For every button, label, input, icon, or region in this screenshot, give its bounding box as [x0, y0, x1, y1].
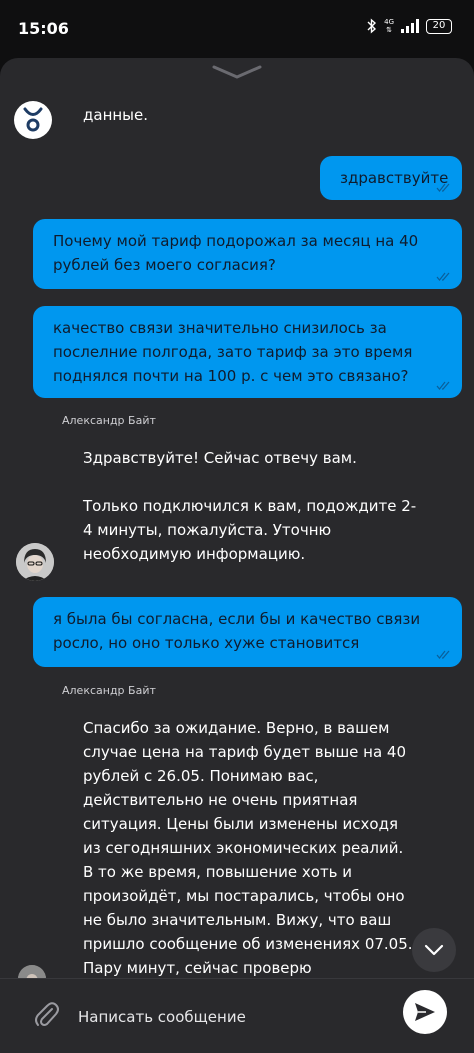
status-time: 15:06 [18, 19, 69, 38]
message-input[interactable] [78, 1005, 378, 1029]
status-bar: 15:06 4G ⇅ 20 [0, 0, 474, 58]
collapse-handle-icon[interactable] [212, 65, 262, 79]
agent-name-label: Александр Байт [62, 414, 156, 427]
agent-message: Спасибо за ожидание. Верно, в вашем случ… [83, 719, 413, 1001]
read-check-icon [436, 272, 450, 281]
user-message: здравствуйте [320, 156, 462, 200]
send-icon [415, 1003, 435, 1021]
message-composer [0, 978, 474, 1053]
network-arrows-icon: ⇅ [386, 26, 392, 34]
agent-message: Здравствуйте! Сейчас отвечу вам. Только … [83, 449, 417, 563]
battery-indicator: 20 [426, 18, 452, 34]
agent-avatar [16, 543, 54, 581]
paperclip-icon[interactable] [34, 1000, 60, 1030]
status-icons: 4G ⇅ 20 [367, 18, 452, 34]
user-message-text: я была бы согласна, если бы и качество с… [53, 610, 421, 652]
bluetooth-icon [367, 18, 377, 34]
network-indicator: 4G ⇅ [384, 18, 394, 34]
user-message-text: качество связи значительно снизилось за … [53, 319, 413, 385]
user-message-text: Почему мой тариф подорожал за месяц на 4… [53, 232, 419, 274]
user-message: качество связи значительно снизилось за … [33, 306, 462, 398]
read-check-icon [436, 381, 450, 390]
agent-name-label: Александр Байт [62, 684, 156, 697]
chevron-down-icon [424, 944, 444, 956]
network-type: 4G [384, 18, 394, 26]
chat-sheet: данные. здравствуйте Почему мой тариф по… [0, 58, 474, 1053]
send-button[interactable] [403, 990, 447, 1034]
user-message: я была бы согласна, если бы и качество с… [33, 597, 462, 667]
user-message: Почему мой тариф подорожал за месяц на 4… [33, 219, 462, 289]
read-check-icon [436, 183, 450, 192]
user-message-text: здравствуйте [340, 169, 449, 187]
signal-icon [401, 19, 419, 33]
bot-message-tail: данные. [83, 106, 149, 124]
bot-avatar [14, 101, 52, 139]
agent-photo-icon [16, 543, 54, 581]
read-check-icon [436, 650, 450, 659]
scroll-down-button[interactable] [412, 928, 456, 972]
operator-logo-icon [23, 107, 43, 132]
